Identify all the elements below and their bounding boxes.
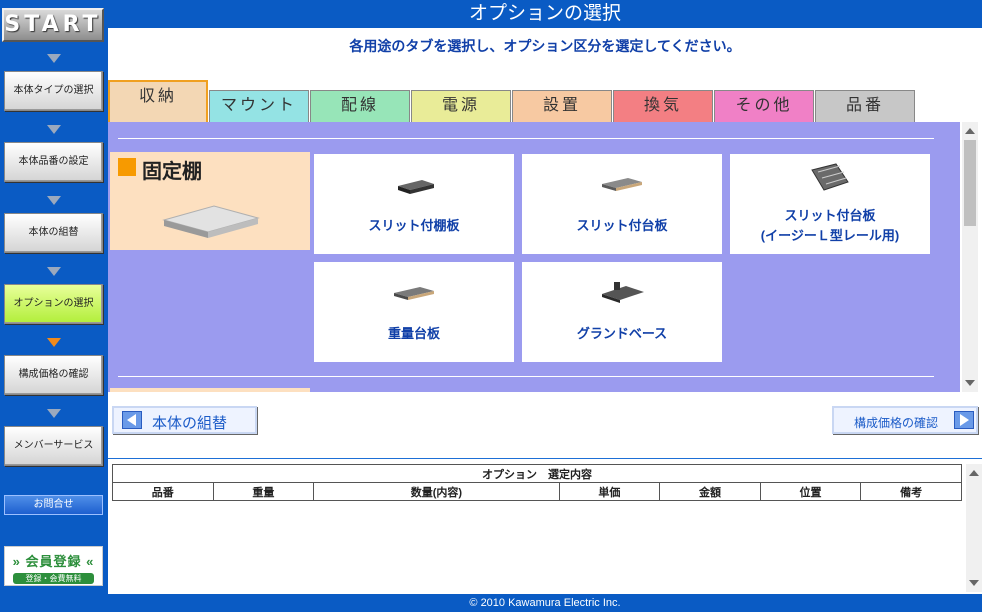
option-card-label: 重量台板 bbox=[387, 326, 440, 341]
option-card-sublabel: (イージーＬ型レール用) bbox=[760, 228, 900, 243]
category-header: 固定棚 bbox=[110, 152, 310, 250]
column-header-weight: 重量 bbox=[212, 482, 315, 501]
start-button[interactable]: START bbox=[2, 8, 104, 42]
scroll-down-icon[interactable] bbox=[965, 380, 975, 386]
option-card-label: スリット付棚板 bbox=[368, 218, 460, 233]
member-banner-title: » 会員登録 « bbox=[12, 554, 95, 569]
tab-other[interactable]: その他 bbox=[714, 90, 814, 122]
section-divider bbox=[108, 458, 982, 459]
category-color-swatch bbox=[118, 158, 136, 176]
divider bbox=[118, 138, 934, 139]
scroll-down-icon[interactable] bbox=[969, 580, 979, 586]
column-header-part-no: 品番 bbox=[112, 482, 214, 501]
option-card-slit-base-easy-rail[interactable]: スリット付台板 (イージーＬ型レール用) bbox=[730, 154, 930, 254]
option-card-label: スリット付台板 bbox=[784, 208, 876, 223]
step-arrow-icon bbox=[47, 54, 61, 63]
tab-storage[interactable]: 収納 bbox=[108, 80, 208, 122]
step-arrow-icon bbox=[47, 196, 61, 205]
tab-wiring[interactable]: 配線 bbox=[310, 90, 410, 122]
step-arrow-icon bbox=[47, 409, 61, 418]
column-header-amount: 金額 bbox=[659, 482, 761, 501]
step-arrow-icon bbox=[47, 267, 61, 276]
tab-part-number[interactable]: 品番 bbox=[815, 90, 915, 122]
scrollbar-thumb[interactable] bbox=[964, 140, 976, 226]
main-area: 各用途のタブを選択し、オプション区分を選定してください。 収納 マウント 配線 … bbox=[108, 28, 982, 594]
option-panel-scrollbar[interactable] bbox=[962, 122, 978, 392]
page-title: オプションの選択 bbox=[108, 0, 982, 28]
left-arrow-icon bbox=[122, 411, 142, 429]
option-panel: 固定棚 スリット付棚板 スリット付台板 スリット付台板 (イージーＬ型レール用)… bbox=[108, 122, 960, 392]
selection-table-area: オプション 選定内容 品番 重量 数量(内容) 単価 金額 位置 備考 bbox=[112, 464, 964, 592]
divider bbox=[118, 376, 934, 377]
slit-base-image bbox=[602, 178, 642, 191]
member-registration-banner[interactable]: » 会員登録 « 登録・会費無料 bbox=[4, 546, 103, 586]
option-card-heavy-base[interactable]: 重量台板 bbox=[314, 262, 514, 362]
selection-table: オプション 選定内容 品番 重量 数量(内容) 単価 金額 位置 備考 bbox=[112, 464, 962, 501]
heavy-base-image bbox=[394, 287, 434, 300]
column-header-position: 位置 bbox=[759, 482, 862, 501]
sidebar: START 本体タイプの選択 本体品番の設定 本体の組替 オプションの選択 構成… bbox=[0, 0, 108, 612]
column-header-unit-price: 単価 bbox=[558, 482, 661, 501]
fixed-shelf-image bbox=[162, 205, 260, 238]
scroll-up-icon[interactable] bbox=[969, 470, 979, 476]
ground-base-image bbox=[602, 282, 644, 303]
step-body-partno-button[interactable]: 本体品番の設定 bbox=[4, 142, 103, 182]
step-body-type-button[interactable]: 本体タイプの選択 bbox=[4, 71, 103, 111]
column-header-remarks: 備考 bbox=[860, 482, 962, 501]
next-category-header bbox=[110, 388, 310, 392]
tab-power[interactable]: 電源 bbox=[411, 90, 511, 122]
category-tabs: 収納 マウント 配線 電源 設置 換気 その他 品番 bbox=[108, 80, 982, 122]
member-service-button[interactable]: メンバーサービス bbox=[4, 426, 103, 466]
column-header-quantity: 数量(内容) bbox=[313, 482, 560, 501]
tab-ventilation[interactable]: 換気 bbox=[613, 90, 713, 122]
option-card-slit-shelf[interactable]: スリット付棚板 bbox=[314, 154, 514, 254]
step-rearrange-button[interactable]: 本体の組替 bbox=[4, 213, 103, 253]
step-price-check-button[interactable]: 構成価格の確認 bbox=[4, 355, 103, 395]
slit-shelf-image bbox=[398, 180, 434, 194]
option-card-label: スリット付台板 bbox=[576, 218, 668, 233]
step-arrow-icon bbox=[47, 125, 61, 134]
back-button-label: 本体の組替 bbox=[152, 415, 228, 432]
slit-base-easy-rail-image bbox=[811, 163, 849, 191]
tab-installation[interactable]: 設置 bbox=[512, 90, 612, 122]
scroll-up-icon[interactable] bbox=[965, 128, 975, 134]
next-button-label: 構成価格の確認 bbox=[854, 416, 939, 430]
selection-table-caption: オプション 選定内容 bbox=[112, 464, 962, 483]
selection-table-scrollbar[interactable] bbox=[966, 464, 982, 592]
step-option-select-button[interactable]: オプションの選択 bbox=[4, 284, 103, 324]
contact-button[interactable]: お問合せ bbox=[4, 495, 103, 515]
tab-mount[interactable]: マウント bbox=[209, 90, 309, 122]
step-arrow-active-icon bbox=[47, 338, 61, 347]
option-card-ground-base[interactable]: グランドベース bbox=[522, 262, 722, 362]
instruction-text: 各用途のタブを選択し、オプション区分を選定してください。 bbox=[349, 38, 741, 54]
back-to-rearrange-button[interactable]: 本体の組替 bbox=[112, 406, 257, 434]
option-card-slit-base[interactable]: スリット付台板 bbox=[522, 154, 722, 254]
right-arrow-icon bbox=[954, 411, 974, 429]
copyright-footer: © 2010 Kawamura Electric Inc. bbox=[469, 597, 621, 609]
next-price-check-button[interactable]: 構成価格の確認 bbox=[832, 406, 978, 434]
category-title: 固定棚 bbox=[142, 161, 202, 183]
option-card-label: グランドベース bbox=[576, 326, 668, 341]
member-banner-subtitle: 登録・会費無料 bbox=[13, 573, 94, 584]
